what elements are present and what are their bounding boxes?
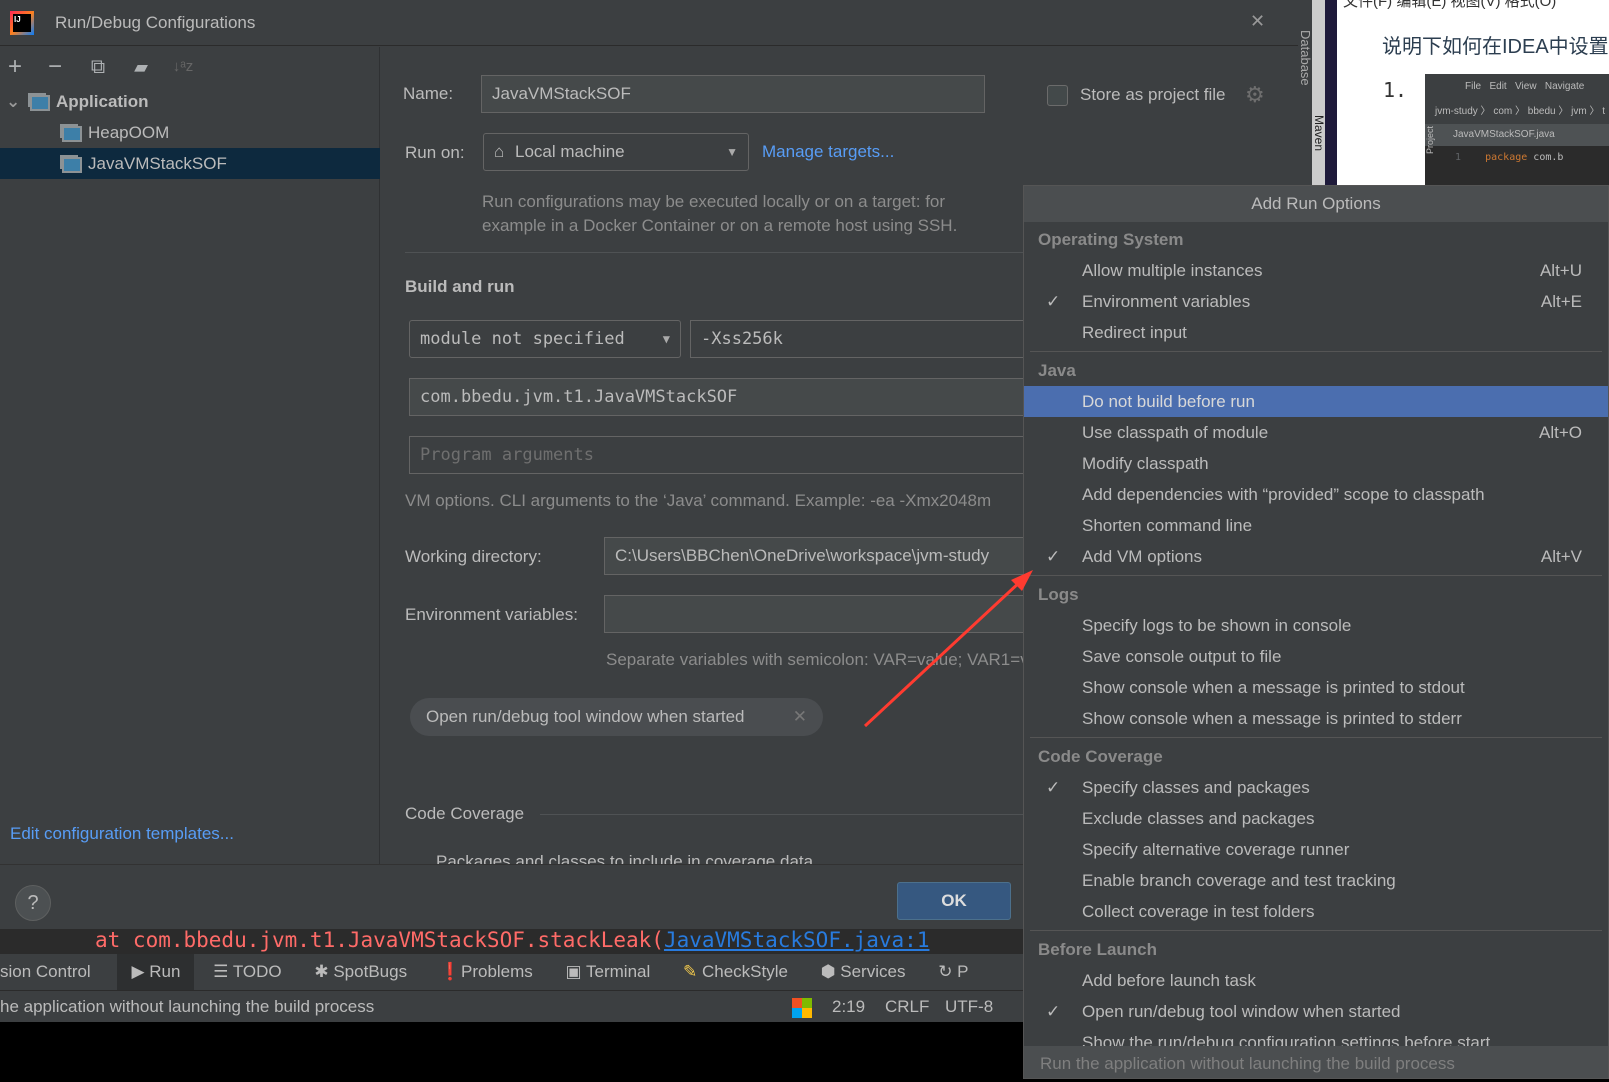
annotation-arrow xyxy=(863,570,1033,728)
arrow-shaft xyxy=(863,578,1024,728)
